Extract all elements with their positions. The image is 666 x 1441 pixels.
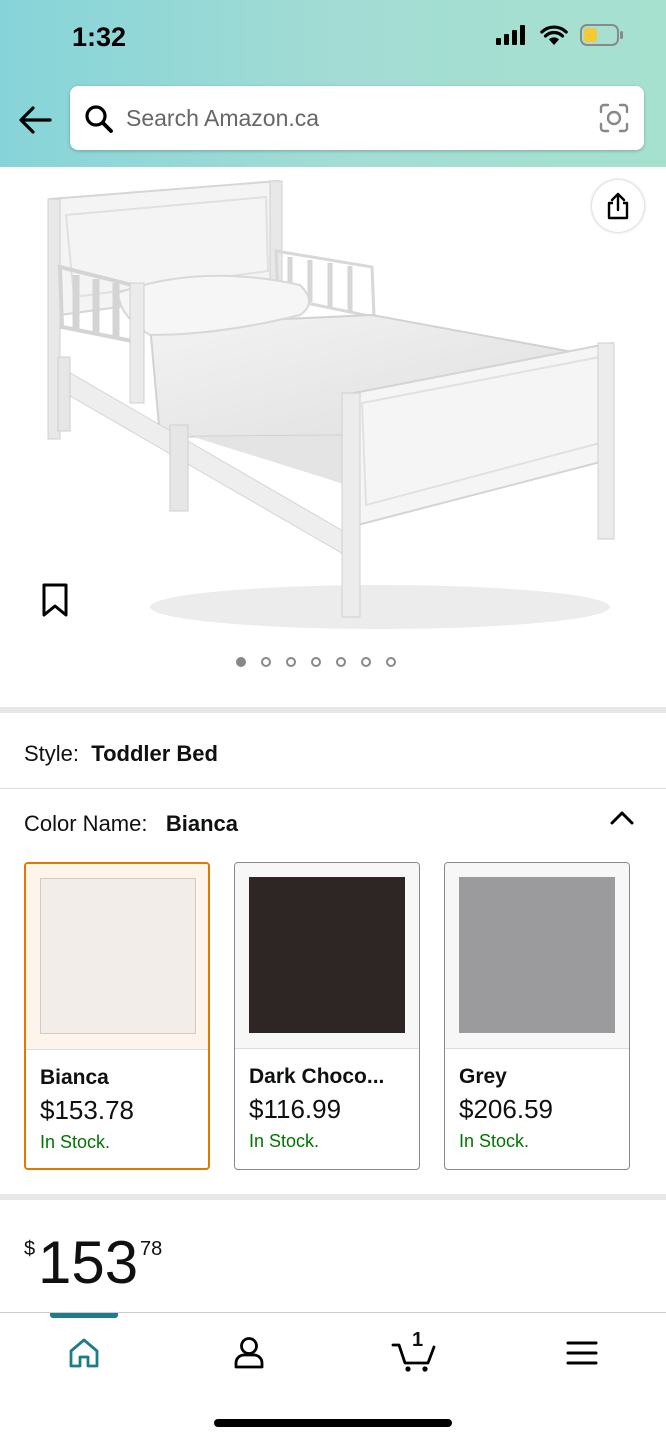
color-swatch-dark-chocolate[interactable]: Dark Choco... $116.99 In Stock. bbox=[234, 862, 420, 1170]
home-icon bbox=[69, 1338, 99, 1368]
account-icon bbox=[234, 1337, 264, 1369]
color-swatch-bianca[interactable]: Bianca $153.78 In Stock. bbox=[24, 862, 210, 1170]
share-button[interactable] bbox=[592, 180, 644, 232]
style-label: Style: bbox=[24, 741, 80, 766]
search-bar[interactable] bbox=[70, 86, 644, 150]
search-input[interactable] bbox=[126, 100, 566, 136]
app-header: 1:32 bbox=[0, 0, 666, 167]
swatch-stock: In Stock. bbox=[459, 1131, 530, 1151]
swatch-price: $116.99 bbox=[249, 1094, 342, 1124]
swatch-price: $206.59 bbox=[459, 1094, 553, 1124]
color-label: Color Name: bbox=[24, 811, 148, 836]
price-whole: 153 bbox=[38, 1229, 139, 1296]
row-divider bbox=[0, 788, 666, 789]
color-value: Bianca bbox=[165, 811, 238, 836]
toddler-bed-image bbox=[47, 179, 615, 629]
image-pagination[interactable] bbox=[236, 657, 396, 667]
swatch-name: Bianca bbox=[40, 1066, 109, 1089]
active-tab-indicator bbox=[50, 1313, 118, 1318]
nav-menu[interactable] bbox=[550, 1331, 614, 1375]
search-icon bbox=[85, 105, 113, 133]
style-value: Toddler Bed bbox=[91, 741, 218, 766]
pagination-dot[interactable] bbox=[361, 657, 371, 667]
swatch-price: $153.78 bbox=[40, 1095, 134, 1125]
cart-count-badge: 1 bbox=[412, 1329, 424, 1351]
swatch-thumb-area bbox=[235, 863, 419, 1049]
menu-icon bbox=[566, 1341, 598, 1365]
swatch-name: Dark Choco... bbox=[249, 1065, 385, 1088]
price-currency: $ bbox=[24, 1238, 36, 1260]
color-swatch-grey[interactable]: Grey $206.59 In Stock. bbox=[444, 862, 630, 1170]
swatch-thumb-area bbox=[445, 863, 629, 1049]
share-icon bbox=[607, 192, 629, 220]
swatch-color-grey bbox=[459, 877, 615, 1033]
swatch-color-dark-chocolate bbox=[249, 877, 405, 1033]
swatch-name: Grey bbox=[459, 1065, 507, 1088]
product-image[interactable] bbox=[0, 167, 666, 707]
wifi-icon bbox=[540, 24, 568, 45]
chevron-up-icon[interactable] bbox=[606, 806, 638, 830]
battery-icon bbox=[580, 24, 623, 46]
swatch-stock: In Stock. bbox=[40, 1132, 111, 1152]
pagination-dot[interactable] bbox=[311, 657, 321, 667]
style-row[interactable]: Style: Toddler Bed bbox=[24, 741, 218, 767]
swatch-color-bianca bbox=[40, 878, 196, 1034]
price-fraction: 78 bbox=[140, 1238, 163, 1260]
pagination-dot[interactable] bbox=[236, 657, 246, 667]
bookmark-icon[interactable] bbox=[40, 582, 70, 618]
swatch-thumb-area bbox=[26, 864, 208, 1050]
swatch-stock: In Stock. bbox=[249, 1131, 320, 1151]
nav-home[interactable] bbox=[52, 1331, 116, 1375]
section-divider bbox=[0, 1194, 666, 1200]
signal-icon bbox=[496, 25, 525, 45]
home-indicator-bar[interactable] bbox=[214, 1419, 452, 1427]
nav-cart[interactable]: 1 bbox=[382, 1329, 446, 1375]
color-row[interactable]: Color Name: Bianca bbox=[24, 811, 238, 837]
status-time: 1:32 bbox=[72, 22, 127, 52]
nav-account[interactable] bbox=[217, 1331, 281, 1375]
pagination-dot[interactable] bbox=[336, 657, 346, 667]
pagination-dot[interactable] bbox=[286, 657, 296, 667]
pagination-dot[interactable] bbox=[261, 657, 271, 667]
section-divider bbox=[0, 707, 666, 713]
status-icons bbox=[496, 24, 624, 46]
back-arrow-icon[interactable] bbox=[18, 104, 52, 136]
pagination-dot[interactable] bbox=[386, 657, 396, 667]
camera-search-icon[interactable] bbox=[598, 102, 630, 134]
